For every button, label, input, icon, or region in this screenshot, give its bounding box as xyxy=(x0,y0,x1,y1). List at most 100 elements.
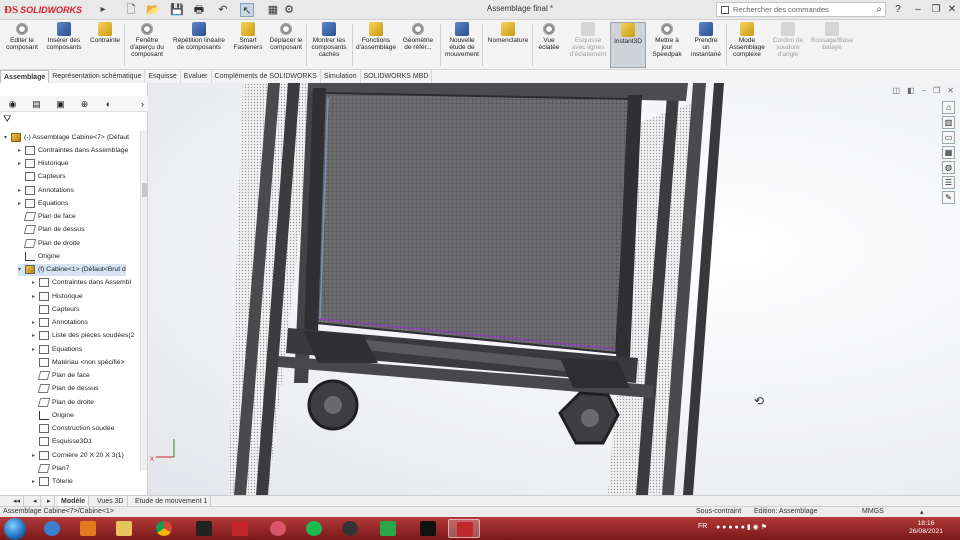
options-gear-icon[interactable]: ⚙ xyxy=(282,3,296,17)
tree-node[interactable]: Construction soudée xyxy=(32,423,114,435)
forum-icon[interactable]: ✎ xyxy=(942,191,955,204)
new-document-icon[interactable]: 🗋 xyxy=(124,3,138,17)
start-button-icon[interactable] xyxy=(4,518,26,540)
ribbon-button-16[interactable]: Prendre un instantané xyxy=(688,22,724,68)
tab-2[interactable]: Esquisse xyxy=(145,70,181,83)
file-explorer-icon[interactable]: ▭ xyxy=(942,131,955,144)
expand-toggle-icon[interactable]: ▾ xyxy=(18,266,25,273)
taskbar-solidworks-2017-icon[interactable] xyxy=(224,519,256,538)
expand-toggle-icon[interactable]: ▸ xyxy=(32,478,39,485)
filter-icon[interactable]: ⛛ xyxy=(3,114,11,125)
solidworks-logo[interactable]: ƉS SOLIDWORKS xyxy=(4,2,92,18)
status-customize-icon[interactable]: ▴ xyxy=(920,508,924,516)
ribbon-button-12[interactable]: Vue éclatée xyxy=(534,22,564,68)
ribbon-button-10[interactable]: Nouvelle étude de mouvement xyxy=(442,22,482,68)
rebuild-icon[interactable]: ▦ xyxy=(266,3,280,17)
viewport-minimize-icon[interactable]: – xyxy=(922,86,926,95)
minimize-icon[interactable]: – xyxy=(912,3,924,17)
appearances-icon[interactable]: ◍ xyxy=(942,161,955,174)
tab-3[interactable]: Evaluer xyxy=(181,70,212,83)
taskbar-obs-icon[interactable] xyxy=(334,519,366,538)
taskbar-app-icon[interactable] xyxy=(188,519,220,538)
expand-toggle-icon[interactable]: ▸ xyxy=(32,279,39,286)
taskbar-spotify-icon[interactable] xyxy=(298,519,330,538)
expand-toggle-icon[interactable]: ▸ xyxy=(18,187,25,194)
taskbar-explorer-icon[interactable] xyxy=(108,519,140,538)
tree-node[interactable]: Plan de face xyxy=(32,370,90,382)
tree-node[interactable]: ▸ Historique xyxy=(18,158,69,170)
taskbar-media-icon[interactable] xyxy=(72,519,104,538)
tree-node[interactable]: Esquisse3D1 xyxy=(32,436,92,448)
tab-5[interactable]: Simulation xyxy=(321,70,361,83)
viewport-restore-icon[interactable]: ❐ xyxy=(933,86,940,95)
search-icon[interactable]: ⌕ xyxy=(876,4,882,15)
ribbon-button-13[interactable]: Esquisse avec lignes d'éclatement xyxy=(566,22,610,68)
close-icon[interactable]: ✕ xyxy=(946,3,958,17)
expand-toggle-icon[interactable]: ▸ xyxy=(32,293,39,300)
ribbon-button-11[interactable]: Nomenclature xyxy=(484,22,532,68)
ribbon-button-4[interactable]: Répétition linéaire de composants xyxy=(168,22,230,68)
tree-node[interactable]: Matériau <non spécifié> xyxy=(32,356,125,368)
tree-node[interactable]: ▸ Tôlerie xyxy=(32,476,73,488)
ribbon-button-14[interactable]: Instant3D xyxy=(610,22,646,68)
ribbon-button-8[interactable]: Fonctions d'assemblage xyxy=(354,22,398,68)
dimxpert-tab-icon[interactable]: ⊕ xyxy=(78,98,91,110)
ribbon-button-3[interactable]: Fenêtre d'aperçu du composant xyxy=(126,22,168,68)
expand-toggle-icon[interactable]: ▸ xyxy=(18,147,25,154)
tab-6[interactable]: SOLIDWORKS MBD xyxy=(361,70,433,83)
tree-node[interactable]: Capteurs xyxy=(18,171,66,183)
tree-node[interactable]: ▸ Liste des pièces soudées(2 xyxy=(32,330,134,342)
assembly-model[interactable]: X xyxy=(148,83,960,495)
tree-node[interactable]: ▾ (f) Cabine<1> (Défaut<Brut d xyxy=(18,263,126,276)
restore-icon[interactable]: ❐ xyxy=(930,3,942,17)
tree-node[interactable]: Plan de droite xyxy=(18,237,80,249)
tree-node[interactable]: Origine xyxy=(32,409,74,421)
tree-node[interactable]: ▸ Contraintes dans Assembl xyxy=(32,277,131,289)
expand-toggle-icon[interactable]: ▸ xyxy=(32,332,39,339)
ribbon-button-2[interactable]: Contrainte xyxy=(86,22,124,68)
expand-toggle-icon[interactable]: ▸ xyxy=(32,319,39,326)
custom-properties-icon[interactable]: ☰ xyxy=(942,176,955,189)
ribbon-button-6[interactable]: Déplacer le composant xyxy=(266,22,306,68)
tree-node[interactable]: Plan de droite xyxy=(32,396,94,408)
save-icon[interactable]: 💾 xyxy=(170,3,184,17)
ribbon-button-19[interactable]: Bossage/Base balayé xyxy=(810,22,854,68)
undo-icon[interactable]: ↶ xyxy=(216,3,230,17)
taskbar-terminal-icon[interactable] xyxy=(412,519,444,538)
expand-toggle-icon[interactable]: ▸ xyxy=(32,346,39,353)
tree-scrollbar[interactable] xyxy=(140,131,147,471)
cabin-mesh-panel[interactable] xyxy=(314,91,633,355)
status-units[interactable]: MMGS xyxy=(862,508,884,515)
open-icon[interactable]: 📂 xyxy=(146,3,160,17)
viewport-tile-icon[interactable]: ◫ xyxy=(893,86,901,95)
taskbar-camtasia-icon[interactable] xyxy=(372,519,404,538)
display-manager-tab-icon[interactable]: ◐ xyxy=(102,98,115,110)
taskbar-chrome-icon[interactable] xyxy=(148,519,180,538)
ribbon-button-18[interactable]: Cordon de soudure d'angle xyxy=(770,22,806,68)
tab-1[interactable]: Représentation schématique xyxy=(49,70,146,83)
tray-icons[interactable]: ● ● ● ● ● ▮ ◉ ⚑ xyxy=(716,523,767,531)
print-icon[interactable]: 🖶 xyxy=(192,3,206,17)
property-manager-tab-icon[interactable]: ▤ xyxy=(30,98,43,110)
scroll-thumb[interactable] xyxy=(142,183,147,197)
tree-node[interactable]: Plan de face xyxy=(18,211,76,223)
tree-node[interactable]: ▸ Cornière 20 X 20 X 3(1) xyxy=(32,449,124,461)
ribbon-button-1[interactable]: Insérer des composants xyxy=(44,22,84,68)
configuration-manager-tab-icon[interactable]: ▣ xyxy=(54,98,67,110)
taskbar-ie-icon[interactable] xyxy=(36,519,68,538)
menu-arrow-icon[interactable]: ▸ xyxy=(96,3,110,17)
viewport-split-icon[interactable]: ◧ xyxy=(907,86,915,95)
feature-manager-tab-icon[interactable]: ◉ xyxy=(6,98,19,110)
command-search-input[interactable]: Rechercher des commandes ⌕ xyxy=(716,2,886,17)
view-palette-icon[interactable]: ▦ xyxy=(942,146,955,159)
tree-node[interactable]: Capteurs xyxy=(32,303,80,315)
expand-toggle-icon[interactable]: ▸ xyxy=(18,160,25,167)
tree-node[interactable]: Origine xyxy=(18,250,60,262)
ribbon-button-5[interactable]: Smart Fasteners xyxy=(232,22,264,68)
help-icon[interactable]: ? xyxy=(892,3,904,17)
viewport-close-icon[interactable]: ✕ xyxy=(947,86,954,95)
tree-node[interactable]: ▸ Annotations xyxy=(18,184,74,196)
select-pointer-icon[interactable]: ↖ xyxy=(240,3,254,17)
language-indicator[interactable]: FR xyxy=(698,523,707,530)
expand-toggle-icon[interactable]: ▸ xyxy=(18,200,25,207)
